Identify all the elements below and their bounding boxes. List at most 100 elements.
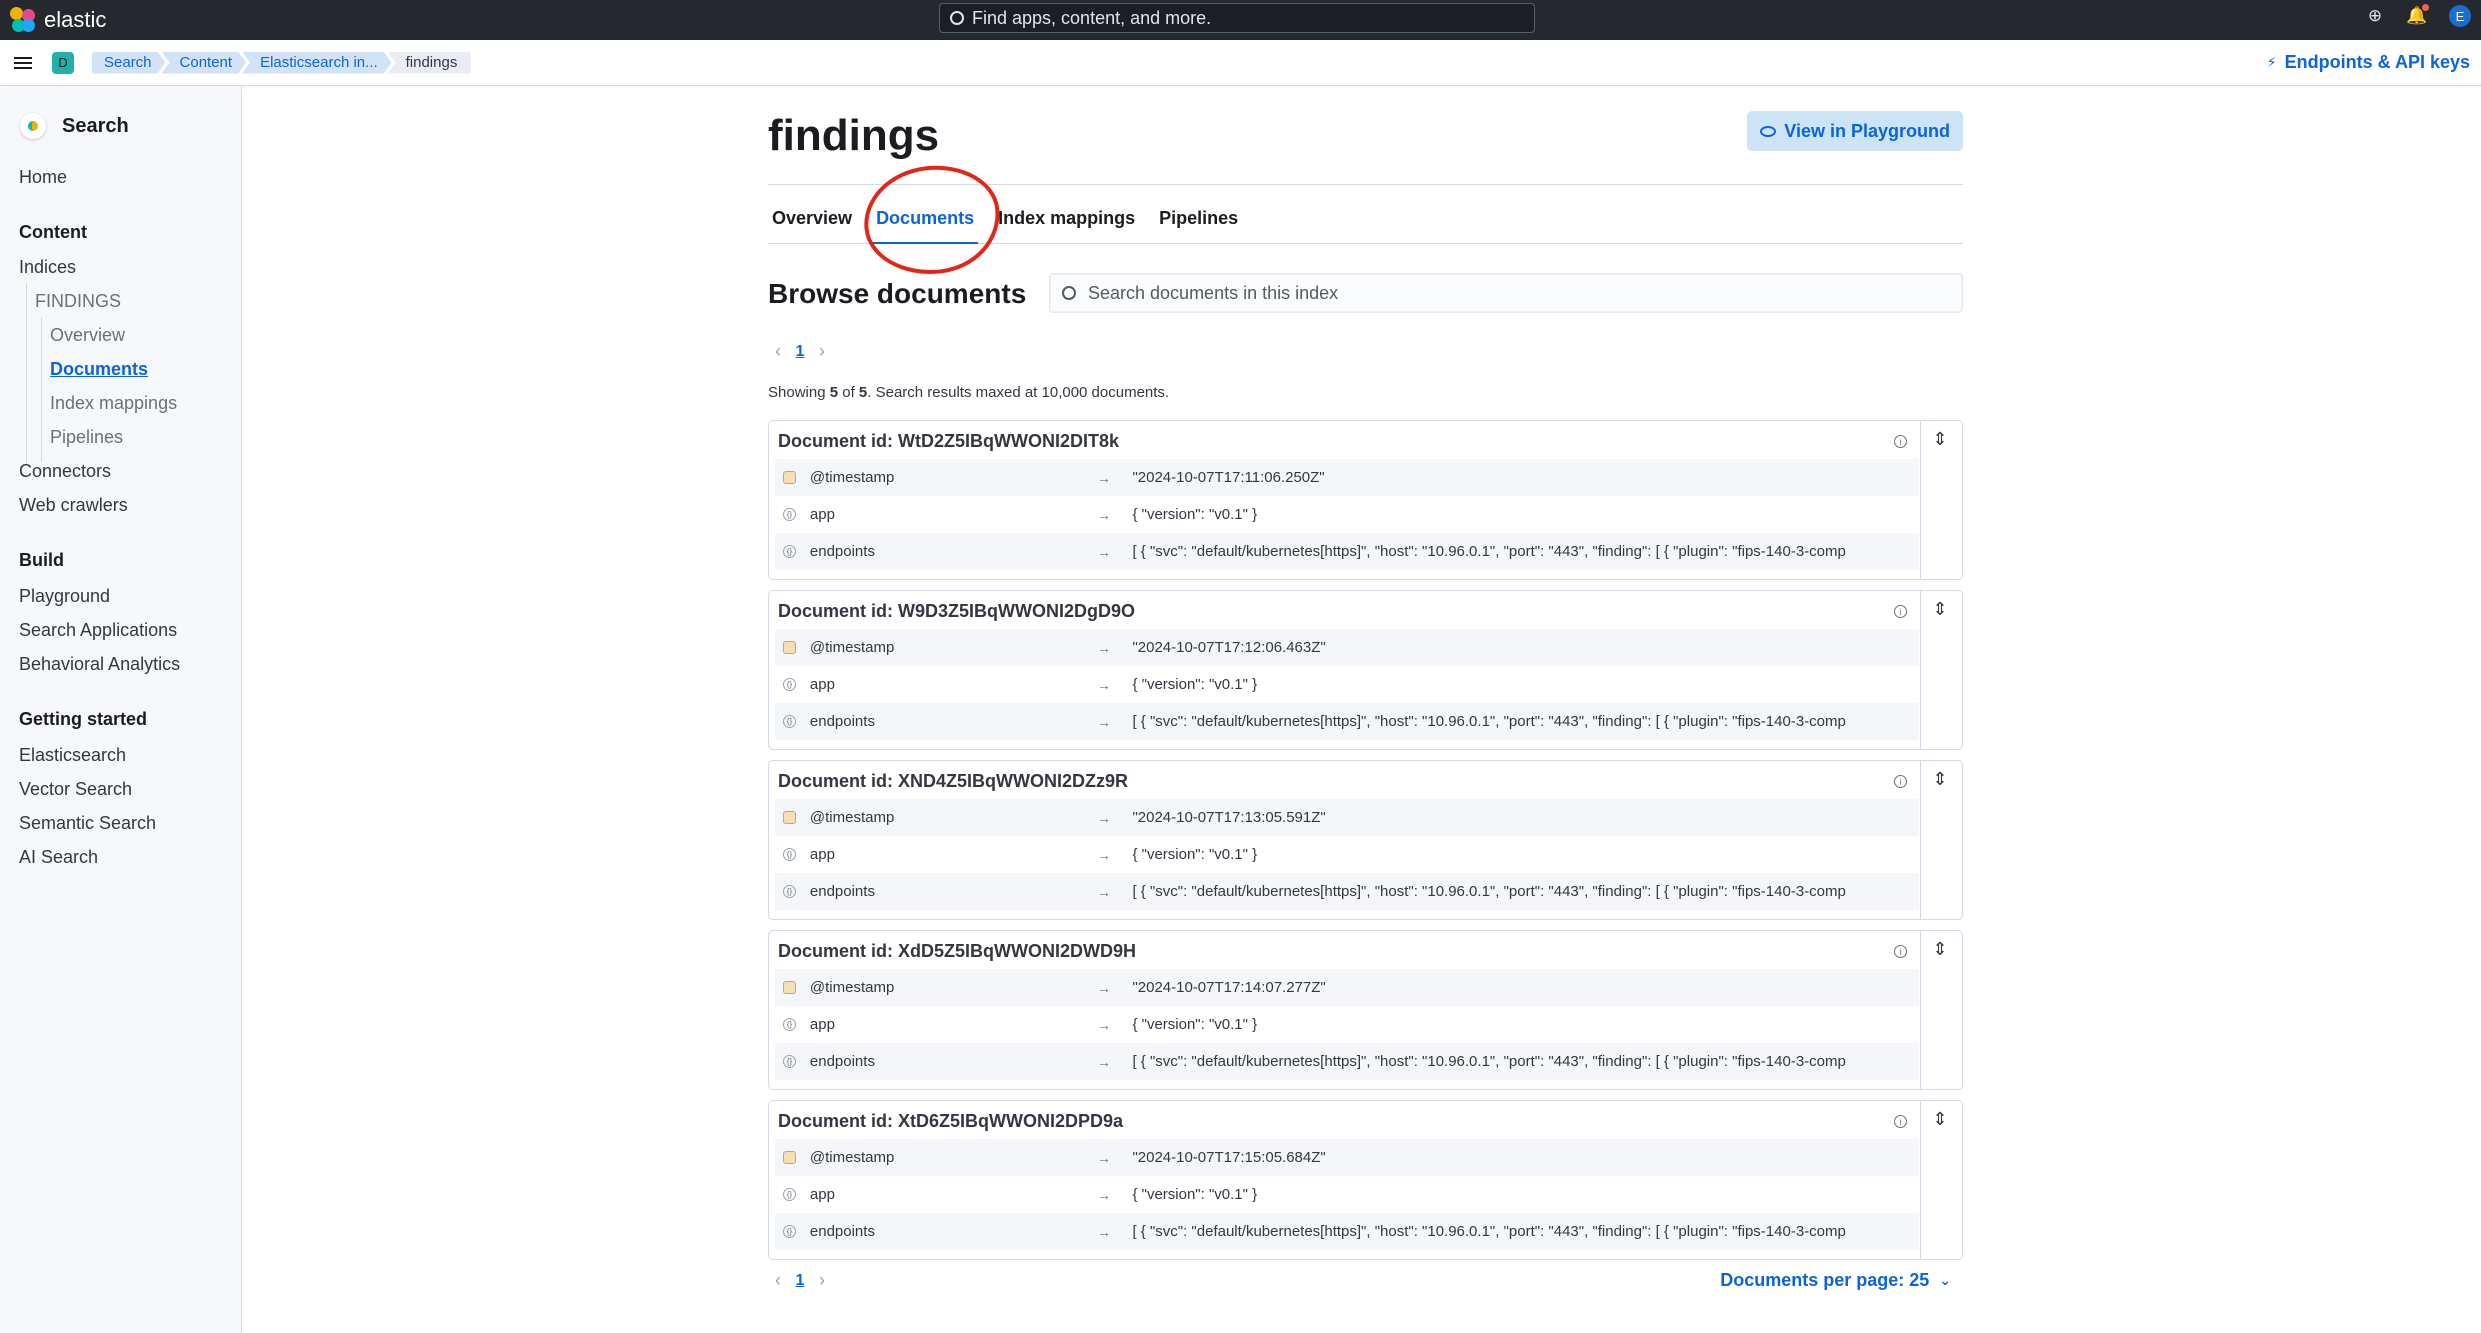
chevron-left-icon[interactable]: ‹ bbox=[768, 1270, 788, 1291]
sidebar-item-home[interactable]: Home bbox=[19, 167, 67, 188]
document-card: Document id: XdD5Z5IBqWWONI2DWD9H i ⇕ @t… bbox=[768, 930, 1963, 1090]
expand-icon[interactable]: ⇕ bbox=[1928, 427, 1952, 451]
chevron-right-icon[interactable]: › bbox=[812, 1270, 832, 1291]
sidebar-item-index-mappings[interactable]: Index mappings bbox=[50, 393, 177, 414]
tree-line bbox=[26, 283, 27, 463]
sidebar-item-search-applications[interactable]: Search Applications bbox=[19, 620, 177, 641]
view-in-playground-label: View in Playground bbox=[1784, 120, 1950, 141]
elastic-logo[interactable]: elastic bbox=[10, 7, 106, 33]
object-field-icon: {} bbox=[783, 1188, 796, 1201]
field-value: { "version": "v0.1" } bbox=[1132, 846, 1258, 863]
space-avatar[interactable]: D bbox=[52, 51, 74, 74]
info-icon[interactable]: i bbox=[1894, 945, 1907, 958]
field-name: endpoints bbox=[809, 1053, 875, 1070]
breadcrumb-elasticsearch-indices[interactable]: Elasticsearch in... bbox=[242, 52, 392, 74]
view-in-playground-button[interactable]: View in Playground bbox=[1747, 111, 1963, 151]
endpoints-api-keys-link[interactable]: ⚡ Endpoints & API keys bbox=[2267, 52, 2470, 73]
index-tabs: Overview Documents Index mappings Pipeli… bbox=[768, 198, 1963, 244]
global-search-input[interactable]: Find apps, content, and more. bbox=[939, 3, 1535, 33]
field-value: [ { "svc": "default/kubernetes[https]", … bbox=[1132, 883, 1846, 900]
showing-prefix: Showing bbox=[768, 384, 830, 401]
info-icon[interactable]: i bbox=[1894, 1115, 1907, 1128]
sidebar-item-connectors[interactable]: Connectors bbox=[19, 461, 111, 482]
expand-icon[interactable]: ⇕ bbox=[1928, 767, 1952, 791]
expand-icon[interactable]: ⇕ bbox=[1928, 937, 1952, 961]
page-number-button[interactable]: 1 bbox=[788, 343, 812, 361]
info-icon[interactable]: i bbox=[1894, 435, 1907, 448]
tab-overview[interactable]: Overview bbox=[768, 198, 856, 243]
sidebar-item-findings[interactable]: FINDINGS bbox=[35, 291, 121, 312]
user-avatar[interactable]: E bbox=[2449, 5, 2471, 27]
date-field-icon bbox=[783, 641, 796, 654]
field-value: { "version": "v0.1" } bbox=[1132, 676, 1258, 693]
field-row-timestamp: @timestamp → "2024-10-07T17:12:06.463Z" bbox=[775, 629, 1919, 666]
sidebar-item-semantic-search[interactable]: Semantic Search bbox=[19, 813, 156, 834]
document-id: Document id: W9D3Z5IBqWWONI2DgD9O bbox=[778, 601, 1136, 621]
sidebar-item-indices[interactable]: Indices bbox=[19, 257, 76, 278]
field-name: app bbox=[809, 1186, 835, 1203]
sidebar-item-ai-search[interactable]: AI Search bbox=[19, 847, 98, 868]
field-value: [ { "svc": "default/kubernetes[https]", … bbox=[1132, 1053, 1846, 1070]
tab-pipelines[interactable]: Pipelines bbox=[1155, 198, 1242, 243]
document-card: Document id: XND4Z5IBqWWONI2DZz9R i ⇕ @t… bbox=[768, 760, 1963, 920]
sidebar-item-playground[interactable]: Playground bbox=[19, 586, 110, 607]
document-id: Document id: WtD2Z5IBqWWONI2DIT8k bbox=[778, 431, 1119, 451]
search-solution-icon bbox=[20, 113, 46, 139]
document-id: Document id: XtD6Z5IBqWWONI2DPD9a bbox=[778, 1111, 1124, 1131]
field-name: app bbox=[809, 846, 835, 863]
info-icon[interactable]: i bbox=[1894, 775, 1907, 788]
field-value: "2024-10-07T17:14:07.277Z" bbox=[1132, 979, 1326, 996]
top-header: elastic Find apps, content, and more. ⊕ … bbox=[0, 0, 2481, 40]
breadcrumb-search[interactable]: Search bbox=[92, 52, 166, 74]
object-field-icon: {} bbox=[783, 885, 796, 898]
field-value: "2024-10-07T17:13:05.591Z" bbox=[1132, 809, 1326, 826]
sidebar-item-behavioral-analytics[interactable]: Behavioral Analytics bbox=[19, 654, 180, 675]
help-icon[interactable]: ⊕ bbox=[2365, 6, 2385, 26]
chevron-left-icon[interactable]: ‹ bbox=[768, 341, 788, 362]
object-field-icon: {} bbox=[783, 1225, 796, 1238]
tab-index-mappings[interactable]: Index mappings bbox=[994, 198, 1139, 243]
plug-icon: ⚡ bbox=[2266, 54, 2277, 70]
arrow-right-icon: → bbox=[1096, 1223, 1111, 1240]
page-number-button[interactable]: 1 bbox=[788, 1272, 812, 1290]
menu-toggle-icon[interactable] bbox=[14, 54, 32, 72]
arrow-right-icon: → bbox=[1096, 713, 1111, 730]
field-row-timestamp: @timestamp → "2024-10-07T17:15:05.684Z" bbox=[775, 1139, 1919, 1176]
sidebar-item-overview[interactable]: Overview bbox=[50, 325, 125, 346]
breadcrumb-bar: D Search Content Elasticsearch in... fin… bbox=[0, 40, 2481, 86]
chevron-right-icon[interactable]: › bbox=[812, 341, 832, 362]
documents-per-page-button[interactable]: Documents per page: 25 ⌄ bbox=[1720, 1270, 1951, 1291]
divider bbox=[1920, 931, 1921, 1089]
expand-icon[interactable]: ⇕ bbox=[1928, 597, 1952, 621]
breadcrumb-content[interactable]: Content bbox=[162, 52, 247, 74]
field-value: { "version": "v0.1" } bbox=[1132, 1016, 1258, 1033]
divider bbox=[1920, 1101, 1921, 1259]
per-page-label: Documents per page: 25 bbox=[1720, 1270, 1930, 1290]
sidebar-item-documents[interactable]: Documents bbox=[50, 359, 148, 380]
page-title: findings bbox=[768, 111, 940, 160]
arrow-right-icon: → bbox=[1096, 809, 1111, 826]
field-name: @timestamp bbox=[809, 809, 895, 826]
arrow-right-icon: → bbox=[1096, 506, 1111, 523]
sidebar-item-pipelines[interactable]: Pipelines bbox=[50, 427, 123, 448]
document-search-input[interactable]: Search documents in this index bbox=[1049, 273, 1963, 313]
field-row-app: {} app → { "version": "v0.1" } bbox=[775, 836, 1919, 873]
sidebar-item-elasticsearch[interactable]: Elasticsearch bbox=[19, 745, 126, 766]
sidebar-item-vector-search[interactable]: Vector Search bbox=[19, 779, 132, 800]
field-name: endpoints bbox=[809, 883, 875, 900]
field-value: [ { "svc": "default/kubernetes[https]", … bbox=[1132, 543, 1846, 560]
results-summary: Showing 5 of 5. Search results maxed at … bbox=[768, 384, 1169, 401]
pagination-bottom: ‹ 1 › bbox=[768, 1270, 832, 1291]
field-value: [ { "svc": "default/kubernetes[https]", … bbox=[1132, 1223, 1846, 1240]
date-field-icon bbox=[783, 1151, 796, 1164]
field-row-app: {} app → { "version": "v0.1" } bbox=[775, 496, 1919, 533]
field-name: endpoints bbox=[809, 1223, 875, 1240]
date-field-icon bbox=[783, 471, 796, 484]
field-name: endpoints bbox=[809, 543, 875, 560]
news-feed-icon[interactable]: 🔔 bbox=[2406, 4, 2429, 26]
tab-documents[interactable]: Documents bbox=[872, 198, 979, 244]
info-icon[interactable]: i bbox=[1894, 605, 1907, 618]
expand-icon[interactable]: ⇕ bbox=[1928, 1107, 1952, 1131]
sidebar-item-web-crawlers[interactable]: Web crawlers bbox=[19, 495, 128, 516]
divider bbox=[1920, 421, 1921, 579]
